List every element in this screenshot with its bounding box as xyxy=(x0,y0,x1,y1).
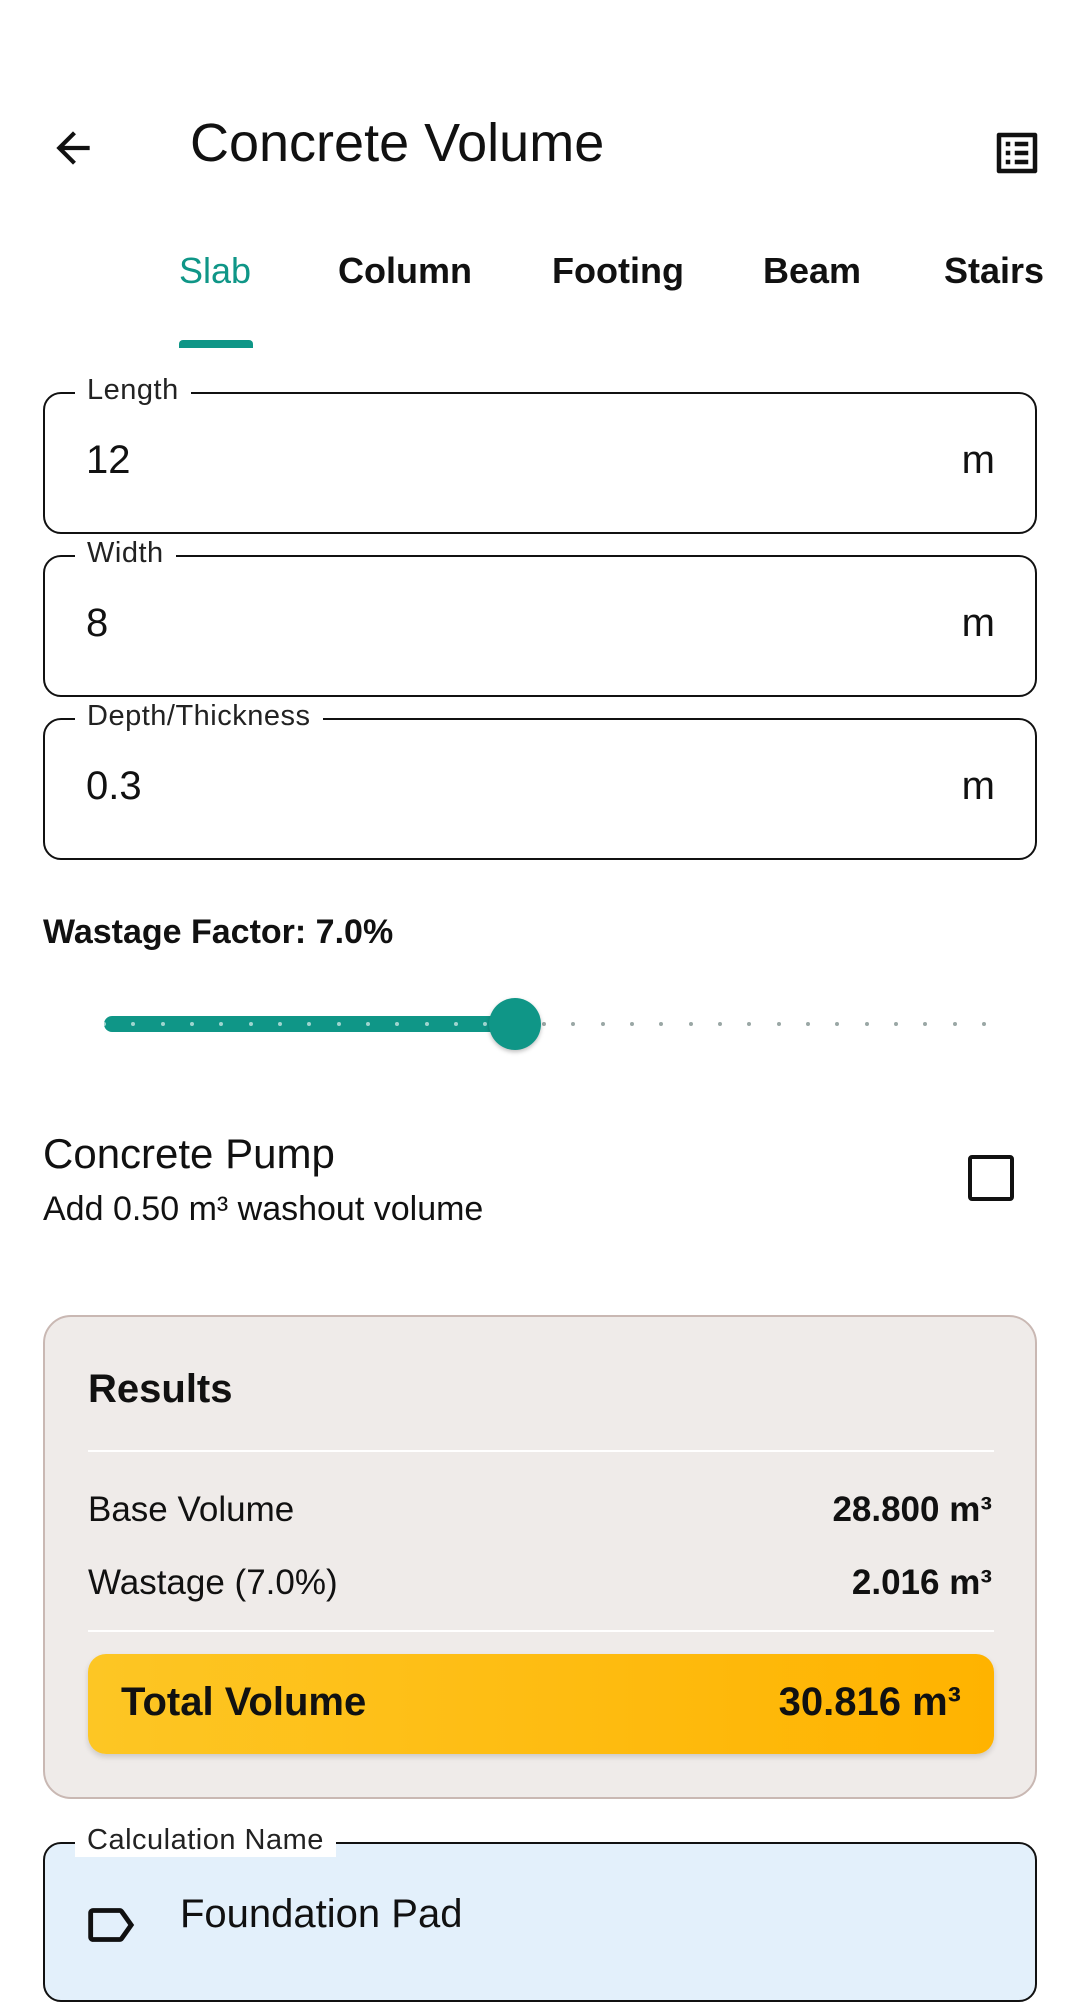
slider-tick xyxy=(248,1022,253,1026)
list-alt-icon xyxy=(996,132,1038,174)
length-input[interactable]: 12 xyxy=(86,438,131,483)
slider-tick xyxy=(688,1022,693,1026)
slider-tick xyxy=(630,1022,634,1026)
total-volume-value: 30.816 m³ xyxy=(778,1680,961,1724)
depth-label: Depth/Thickness xyxy=(75,700,323,733)
back-button[interactable] xyxy=(30,105,116,191)
tab-beam[interactable]: Beam xyxy=(763,250,861,292)
length-unit: m xyxy=(961,438,995,482)
tab-footing[interactable]: Footing xyxy=(552,250,684,292)
length-label: Length xyxy=(75,374,191,407)
tab-slab[interactable]: Slab xyxy=(179,250,251,292)
depth-input[interactable]: 0.3 xyxy=(86,764,142,809)
length-field[interactable]: Length 12 m xyxy=(43,374,1037,534)
tab-stairs[interactable]: Stairs xyxy=(944,250,1044,292)
wastage-slider[interactable] xyxy=(102,998,986,1050)
results-divider-top xyxy=(88,1450,994,1452)
slider-tick xyxy=(571,1022,576,1026)
slider-tick xyxy=(747,1022,752,1026)
pump-checkbox[interactable] xyxy=(968,1155,1014,1201)
slider-tick xyxy=(366,1022,370,1026)
results-title: Results xyxy=(88,1367,233,1411)
slider-tick xyxy=(864,1022,869,1026)
slider-tick xyxy=(806,1022,810,1026)
pump-subtitle: Add 0.50 m³ washout volume xyxy=(43,1190,484,1228)
slider-tick xyxy=(952,1022,957,1026)
width-field[interactable]: Width 8 m xyxy=(43,537,1037,697)
slider-tick xyxy=(923,1022,928,1026)
label-tag-icon xyxy=(88,1908,135,1942)
slider-tick xyxy=(336,1022,341,1026)
slider-tick xyxy=(835,1022,840,1026)
page-title: Concrete Volume xyxy=(190,113,605,173)
saved-list-button[interactable] xyxy=(974,110,1060,196)
total-volume-box: Total Volume 30.816 m³ xyxy=(88,1654,994,1754)
slider-tick xyxy=(894,1022,898,1026)
calculation-name-field[interactable]: Calculation Name Foundation Pad xyxy=(43,1824,1037,2002)
depth-field[interactable]: Depth/Thickness 0.3 m xyxy=(43,700,1037,860)
slider-tick xyxy=(776,1022,781,1026)
width-unit: m xyxy=(961,601,995,645)
base-volume-label: Base Volume xyxy=(88,1490,295,1529)
slider-tick xyxy=(102,1022,106,1026)
base-volume-value: 28.800 m³ xyxy=(832,1490,992,1529)
total-volume-label: Total Volume xyxy=(121,1680,367,1724)
slider-tick xyxy=(278,1022,282,1026)
slider-tick xyxy=(718,1022,722,1026)
slider-tick xyxy=(454,1022,458,1026)
calculation-tabs: Slab Column Footing Beam Stairs xyxy=(0,250,1080,350)
arrow-left-icon xyxy=(56,131,90,165)
wastage-volume-value: 2.016 m³ xyxy=(851,1563,992,1602)
slider-thumb[interactable] xyxy=(488,998,541,1050)
slider-tick xyxy=(982,1022,986,1026)
wastage-volume-label: Wastage (7.0%) xyxy=(88,1563,338,1602)
calculation-name-input[interactable]: Foundation Pad xyxy=(180,1892,462,1937)
width-input[interactable]: 8 xyxy=(86,601,108,646)
tab-indicator xyxy=(179,340,253,348)
slider-tick xyxy=(659,1022,664,1026)
slider-tick xyxy=(160,1022,165,1026)
results-divider-bottom xyxy=(88,1630,994,1632)
slider-tick xyxy=(190,1022,194,1026)
depth-unit: m xyxy=(961,764,995,808)
slider-tick xyxy=(542,1022,546,1026)
slider-tick xyxy=(600,1022,605,1026)
width-label: Width xyxy=(75,537,176,570)
wastage-factor-label: Wastage Factor: 7.0% xyxy=(43,913,394,951)
tab-column[interactable]: Column xyxy=(338,250,472,292)
calculation-name-label: Calculation Name xyxy=(75,1824,336,1857)
pump-title: Concrete Pump xyxy=(43,1130,335,1177)
results-card: Results Base Volume 28.800 m³ Wastage (7… xyxy=(43,1315,1037,1799)
slider-tick xyxy=(424,1022,429,1026)
